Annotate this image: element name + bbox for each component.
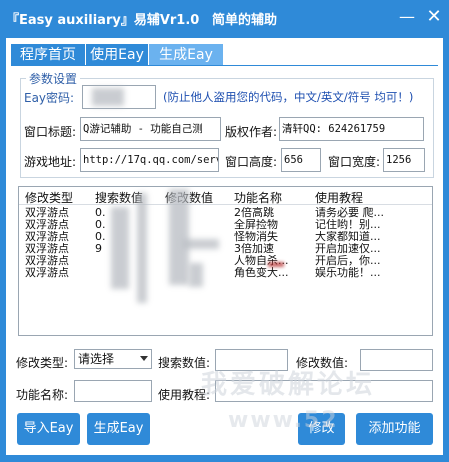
row-search-value: 0. (95, 207, 106, 219)
row-tutorial: 请务必要 爬... (315, 207, 384, 219)
column-tutorial[interactable]: 使用教程 (315, 189, 363, 206)
import-eay-button[interactable]: 导入Eay (17, 413, 80, 445)
generate-eay-button[interactable]: 生成Eay (87, 413, 150, 445)
author-input[interactable]: 清轩QQ: 624261759 (279, 117, 424, 141)
redacted-values (189, 263, 203, 287)
redacted-values (183, 239, 219, 249)
row-function-name: 3倍加速 (234, 243, 274, 255)
table-row[interactable]: 双浮游点 人物自杀... 开启后，你... (19, 255, 432, 267)
row-modify-type: 双浮游点 (25, 267, 69, 279)
window-subtitle: 简单的辅助 (212, 13, 278, 28)
row-tutorial: 记住哟！别... (315, 219, 381, 231)
tab-underline (11, 65, 438, 66)
game-url-label: 游戏地址: (24, 155, 77, 169)
redacted-values (137, 193, 147, 303)
row-modify-type: 双浮游点 (25, 243, 69, 255)
table-row[interactable]: 双浮游点 9 3倍加速 开启加速仅... (19, 243, 432, 255)
redacted-values (111, 207, 129, 289)
chevron-down-icon (140, 356, 148, 361)
column-search-value[interactable]: 搜索数值 (95, 189, 143, 206)
row-tutorial: 娱乐功能！... (315, 267, 381, 279)
watermark-text: 我爱破解论坛 (201, 370, 376, 400)
table-row[interactable]: 双浮游点 0. 2倍高跳 请务必要 爬... (19, 207, 432, 219)
table-row[interactable]: 双浮游点 0. 全屏捡物 记住哟！别... (19, 219, 432, 231)
add-function-button[interactable]: 添加功能 (356, 413, 433, 445)
window-height-label: 窗口高度: (225, 155, 278, 169)
table-row[interactable]: 双浮游点 角色变大... 娱乐功能！... (19, 267, 432, 279)
watermark-url: www.52 (228, 408, 339, 433)
window-title-input[interactable]: Q游记辅助 - 功能自己测 (80, 117, 221, 141)
row-tutorial: 开启加速仅... (315, 243, 381, 255)
author-label: 版权作者: (225, 125, 278, 139)
row-tutorial: 开启后，你... (315, 255, 381, 267)
redacted-values (169, 189, 189, 285)
column-function-name[interactable]: 功能名称 (234, 189, 282, 206)
main-panel: 程序首页 使用Eay 生成Eay 参数设置 Eay密码: (防止他人盗用您的代码… (6, 38, 443, 455)
row-modify-type: 双浮游点 (25, 207, 69, 219)
row-tutorial: 大家都知道... (315, 231, 381, 243)
function-list[interactable]: 修改类型 搜索数值 修改数值 功能名称 使用教程 双浮游点 0. 2倍高跳 请务… (18, 186, 433, 336)
column-modify-type[interactable]: 修改类型 (25, 189, 73, 206)
window-width-label: 窗口宽度: (328, 155, 381, 169)
row-modify-type: 双浮游点 (25, 231, 69, 243)
row-function-name: 2倍高跳 (234, 207, 274, 219)
row-modify-type: 双浮游点 (25, 255, 69, 267)
modify-type-select[interactable]: 请选择 (74, 349, 152, 369)
row-function-name: 全屏捡物 (234, 219, 278, 231)
minimize-button[interactable]: — (395, 6, 419, 28)
close-button[interactable]: ✕ (422, 6, 446, 28)
tab-generate-eay[interactable]: 生成Eay (149, 44, 223, 66)
row-function-name: 角色变大... (234, 267, 289, 279)
table-row[interactable]: 双浮游点 0. 怪物消失 大家都知道... (19, 231, 432, 243)
window-title: 『Easy auxiliary』易辅Vr1.0 (6, 13, 200, 28)
eay-password-label: Eay密码: (24, 91, 75, 105)
tab-use-eay[interactable]: 使用Eay (86, 44, 148, 66)
window-width-input[interactable]: 1256 (383, 148, 425, 172)
password-hint: (防止他人盗用您的代码，中文/英文/符号 均可！) (163, 90, 414, 104)
row-search-value: 0. (95, 231, 106, 243)
modify-type-value: 请选择 (78, 352, 115, 366)
window-height-input[interactable]: 656 (281, 148, 321, 172)
list-header: 修改类型 搜索数值 修改数值 功能名称 使用教程 (19, 187, 432, 205)
row-search-value: 0. (95, 219, 106, 231)
params-legend: 参数设置 (26, 70, 81, 87)
redacted-password (92, 88, 124, 106)
tab-home[interactable]: 程序首页 (11, 44, 85, 66)
title-bar: 『Easy auxiliary』易辅Vr1.0 简单的辅助 — ✕ (0, 0, 449, 38)
row-search-value: 9 (95, 243, 102, 255)
function-name-input[interactable] (74, 380, 152, 402)
row-function-name: 怪物消失 (234, 231, 278, 243)
game-url-input[interactable]: http://17q.qq.com/serve (80, 148, 219, 172)
window-title-label: 窗口标题: (24, 125, 77, 139)
redacted-mark (268, 262, 284, 267)
row-modify-type: 双浮游点 (25, 219, 69, 231)
function-name-label: 功能名称: (16, 388, 69, 402)
modify-type-label: 修改类型: (16, 356, 69, 370)
